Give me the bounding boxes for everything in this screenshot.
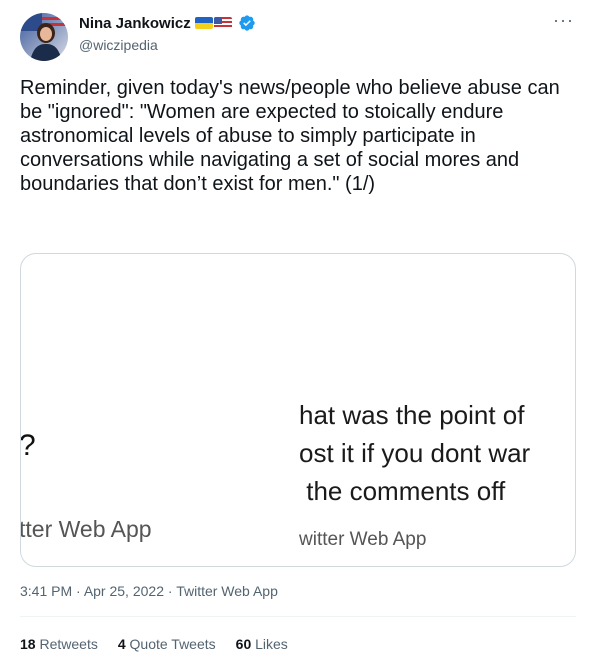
tweet-date: Apr 25, 2022 [83,583,164,599]
tweet-stats: 18 Retweets 4 Quote Tweets 60 Likes [20,636,288,652]
retweets-count: 18 [20,636,36,652]
author-name-row: Nina Jankowicz [79,14,256,32]
tweet-time-link[interactable]: 3:41 PM · Apr 25, 2022 [20,583,164,599]
quote-tweets-label: Quote Tweets [129,636,216,652]
retweets-stat[interactable]: 18 Retweets [20,636,98,652]
quote-tweets-stat[interactable]: 4 Quote Tweets [118,636,216,652]
media-right-text: hat was the point of ost it if you dont … [299,396,530,510]
likes-stat[interactable]: 60 Likes [236,636,288,652]
tweet-text: Reminder, given today's news/people who … [20,77,566,195]
retweets-label: Retweets [39,636,98,652]
author-name[interactable]: Nina Jankowicz [79,15,191,32]
author-handle[interactable]: @wiczipedia [79,37,158,53]
tweet-time: 3:41 PM [20,583,73,599]
media-left-app-text: tter Web App [21,516,152,542]
media-right-line: hat was the point of [299,400,525,430]
flag-icons [194,17,232,29]
media-right-app-text: witter Web App [299,529,427,550]
tweet-media[interactable]: ? tter Web App hat was the point of ost … [20,253,576,567]
divider [20,616,576,617]
likes-count: 60 [235,636,252,652]
tweet-source-link[interactable]: Twitter Web App [176,583,278,599]
media-right-line: the comments off [299,476,506,506]
likes-label: Likes [255,636,288,652]
flag-ukraine-icon [194,17,213,29]
quote-tweets-count: 4 [117,636,126,652]
media-right-line: ost it if you dont war [299,438,531,468]
flag-usa-icon [213,17,232,29]
avatar-image [20,13,68,61]
tweet-timestamp: 3:41 PM · Apr 25, 2022 · Twitter Web App [20,583,278,599]
verified-badge-icon [239,15,255,31]
tweet: Nina Jankowicz @wiczipedia ··· Reminder,… [0,0,596,672]
media-image-left[interactable]: ? tter Web App [21,254,293,566]
avatar[interactable] [20,13,68,61]
more-options-icon[interactable]: ··· [553,10,574,31]
media-left-fragment: ? [21,429,36,463]
media-image-right[interactable]: hat was the point of ost it if you dont … [297,254,575,566]
